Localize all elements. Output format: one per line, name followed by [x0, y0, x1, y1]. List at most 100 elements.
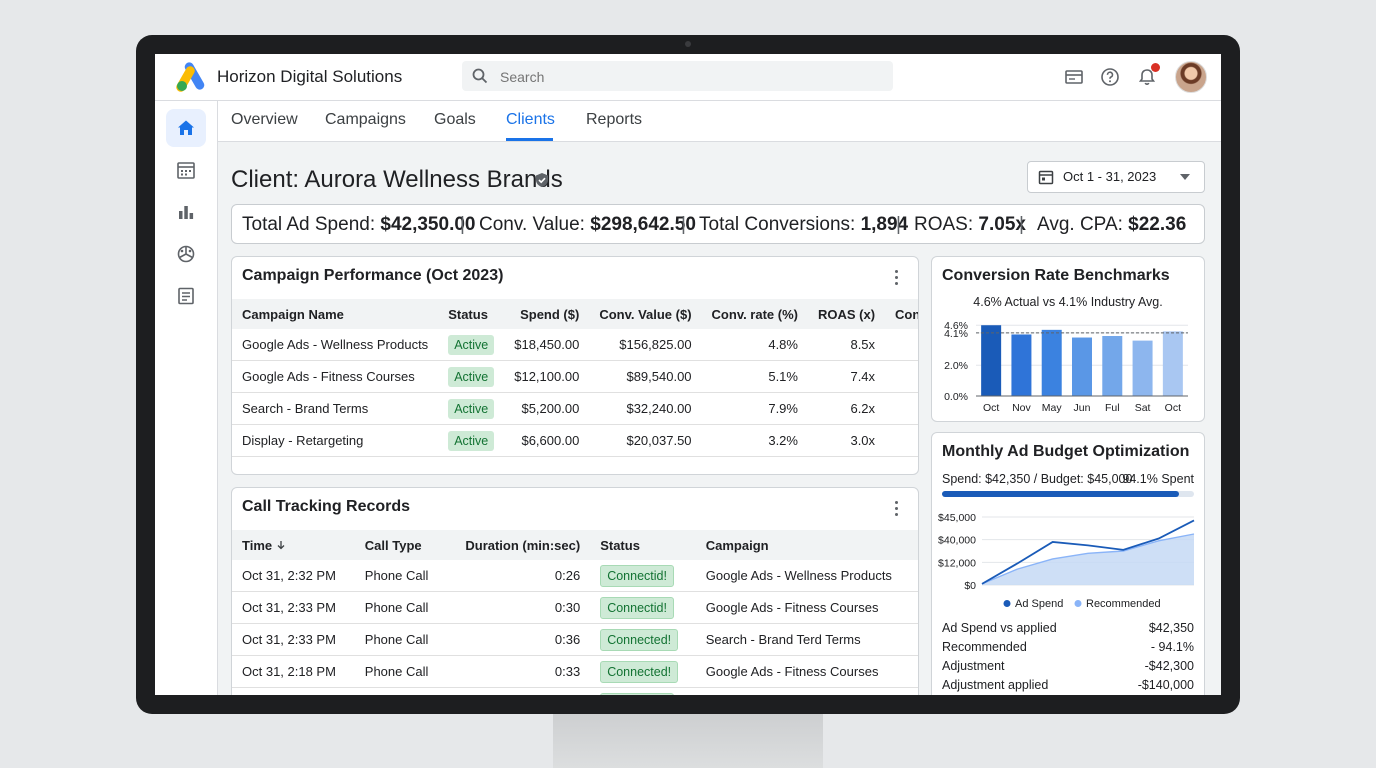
- column-header[interactable]: Campaign: [695, 530, 918, 560]
- summary-separator: |: [460, 214, 465, 235]
- benchmark-bar-chart: 0.0%2.0%4.1%4.6%Oct Nov May Jun Ful Sat Oct: [944, 320, 1188, 414]
- tab-reports[interactable]: Reports: [586, 111, 642, 129]
- table-cell: Phone Call: [354, 687, 445, 695]
- status-badge: Connectid!: [600, 692, 674, 695]
- nav-reports[interactable]: [166, 277, 206, 315]
- status-badge: Connected!: [600, 628, 679, 651]
- table-cell: 6.2x: [807, 392, 886, 425]
- account-avatar[interactable]: [1175, 61, 1207, 93]
- table-header-row: Campaign Name Status Spend ($) Conv. Val…: [232, 299, 918, 329]
- nav-tools[interactable]: [166, 235, 206, 273]
- more-options-icon[interactable]: [895, 501, 899, 519]
- table-row[interactable]: Oct 31, 7:10 PMPhone Call0:37 Connectid! D…: [232, 687, 918, 695]
- column-header[interactable]: Conv. (%): [885, 299, 918, 329]
- x-tick-label: Sat: [1135, 402, 1151, 414]
- status-badge: Connectid!: [600, 596, 674, 619]
- billing-icon[interactable]: [1064, 67, 1084, 87]
- active-tab-indicator: [506, 138, 553, 141]
- tab-goals[interactable]: Goals: [434, 111, 476, 129]
- column-header[interactable]: Status: [590, 530, 696, 560]
- legend-label: Recommended: [1086, 598, 1161, 610]
- column-header[interactable]: Conv. Value ($): [589, 299, 702, 329]
- budget-optimization-card: Monthly Ad Budget Optimization Spend: $4…: [931, 432, 1205, 695]
- column-header[interactable]: Status: [438, 299, 505, 329]
- budget-progress-fill: [942, 491, 1180, 497]
- bar: [1041, 329, 1062, 396]
- table-row[interactable]: Display - Retargeting Active $6,600.00 $20,…: [232, 424, 918, 457]
- table-cell: 4.8%: [701, 329, 808, 361]
- card-title: Campaign Performance (Oct 2023): [242, 267, 504, 284]
- summary-separator: |: [681, 214, 686, 235]
- search-icon: [472, 68, 488, 84]
- status-badge: Connectid!: [600, 564, 674, 587]
- table-row[interactable]: Oct 31, 2:33 PM Phone Call 0:36 Connected! S…: [232, 623, 918, 656]
- table-cell: 0:37: [444, 687, 591, 695]
- tab-campaigns[interactable]: Campaigns: [325, 111, 406, 129]
- column-header-time[interactable]: Time: [232, 530, 355, 560]
- google-ads-logo-icon[interactable]: [175, 62, 207, 92]
- tab-overview[interactable]: Overview: [231, 111, 298, 129]
- nav-analytics[interactable]: [166, 193, 206, 231]
- nav-home[interactable]: [166, 109, 206, 147]
- call-tracking-card: Call Tracking Records Time Call Type Dur…: [231, 487, 919, 695]
- card-subtitle: 4.6% Actual vs 4.1% Industry Avg.: [973, 295, 1163, 309]
- y-tick-label: $40,000: [938, 535, 976, 547]
- status-badge: Active: [448, 398, 495, 419]
- table-cell: Display - Retargeting: [695, 687, 918, 695]
- budget-progress-track: [942, 491, 1194, 497]
- table-row[interactable]: Oct 31, 2:33 PM Phone Call 0:30 Connectid! G…: [232, 591, 918, 624]
- help-icon[interactable]: [1100, 67, 1120, 87]
- table-cell: Connected!: [590, 655, 696, 688]
- budget-detail-label: Adjustment applied: [942, 678, 1049, 692]
- bar: [1162, 331, 1183, 396]
- campaign-name-cell: Display - Retargeting: [232, 424, 439, 457]
- verified-shield-icon: [536, 173, 548, 187]
- table-cell: 7.9%: [701, 392, 808, 425]
- table-cell: Connectid!: [590, 560, 696, 592]
- y-tick-label: 4.6%: [944, 320, 968, 332]
- table-row[interactable]: Google Ads - Wellness Products Active $18,…: [232, 329, 918, 361]
- table-row[interactable]: Oct 31, 2:18 PM Phone Call 0:33 Connected! G…: [232, 655, 918, 688]
- column-header[interactable]: ROAS (x): [807, 299, 886, 329]
- budget-detail-label: Recommended: [942, 640, 1027, 654]
- table-row[interactable]: Search - Brand Terms Active $5,200.00 $32,2…: [232, 392, 918, 425]
- column-header[interactable]: Conv. rate (%): [701, 299, 808, 329]
- table-row[interactable]: Google Ads - Fitness Courses Active $12,10…: [232, 360, 918, 393]
- budget-detail-label: Adjustment: [942, 659, 1005, 673]
- column-header[interactable]: Spend ($): [504, 299, 590, 329]
- left-nav: [155, 101, 218, 695]
- summary-separator: |: [1019, 214, 1024, 235]
- search-bar[interactable]: [462, 61, 893, 93]
- table-cell: 0:30: [444, 591, 591, 624]
- tools-icon: [177, 245, 195, 263]
- budget-area-chart: $0 $12,000 $40,000 $45,000 Ad Spend Recommend…: [938, 512, 1195, 610]
- date-range-picker[interactable]: Oct 1 - 31, 2023: [1027, 161, 1205, 193]
- campaign-table: Campaign Name Status Spend ($) Conv. Val…: [232, 299, 918, 457]
- column-header[interactable]: Call Type: [354, 530, 445, 560]
- table-cell: Google Ads - Fitness Courses: [695, 655, 918, 688]
- conversion-benchmarks-card: Conversion Rate Benchmarks 4.6% Actual v…: [931, 256, 1205, 422]
- column-header[interactable]: Duration (min:sec): [444, 530, 591, 560]
- legend-label: Ad Spend: [1015, 598, 1063, 610]
- column-header[interactable]: Campaign Name: [232, 299, 439, 329]
- nav-calendar[interactable]: [166, 151, 206, 189]
- card-title: Conversion Rate Benchmarks: [942, 267, 1170, 284]
- table-row[interactable]: Oct 31, 2:32 PM Phone Call 0:26 Connectid! G…: [232, 560, 918, 592]
- notification-badge: [1151, 63, 1160, 72]
- table-cell: Active: [438, 360, 505, 393]
- page-title: Client: Aurora Wellness Brands: [231, 166, 563, 193]
- bar: [1102, 336, 1123, 396]
- search-input[interactable]: [498, 61, 882, 93]
- table-cell: 5.1%: [701, 360, 808, 393]
- budget-detail-value: $42,350: [1148, 621, 1194, 635]
- more-options-icon[interactable]: [895, 270, 899, 288]
- campaign-performance-card: Campaign Performance (Oct 2023) Campaign…: [231, 256, 919, 475]
- table-cell: Oct 31, 7:10 PM: [232, 687, 355, 695]
- y-tick-label: $0: [964, 580, 976, 592]
- table-cell: $18,450.00: [504, 329, 590, 361]
- summary-bar: Total Ad Spend: $42,350.00 | Conv. Value…: [231, 204, 1205, 244]
- table-cell: 7.4x: [807, 360, 886, 393]
- tab-clients[interactable]: Clients: [506, 111, 555, 129]
- status-badge: Connected!: [600, 660, 679, 683]
- table-cell: 8.5x: [807, 329, 886, 361]
